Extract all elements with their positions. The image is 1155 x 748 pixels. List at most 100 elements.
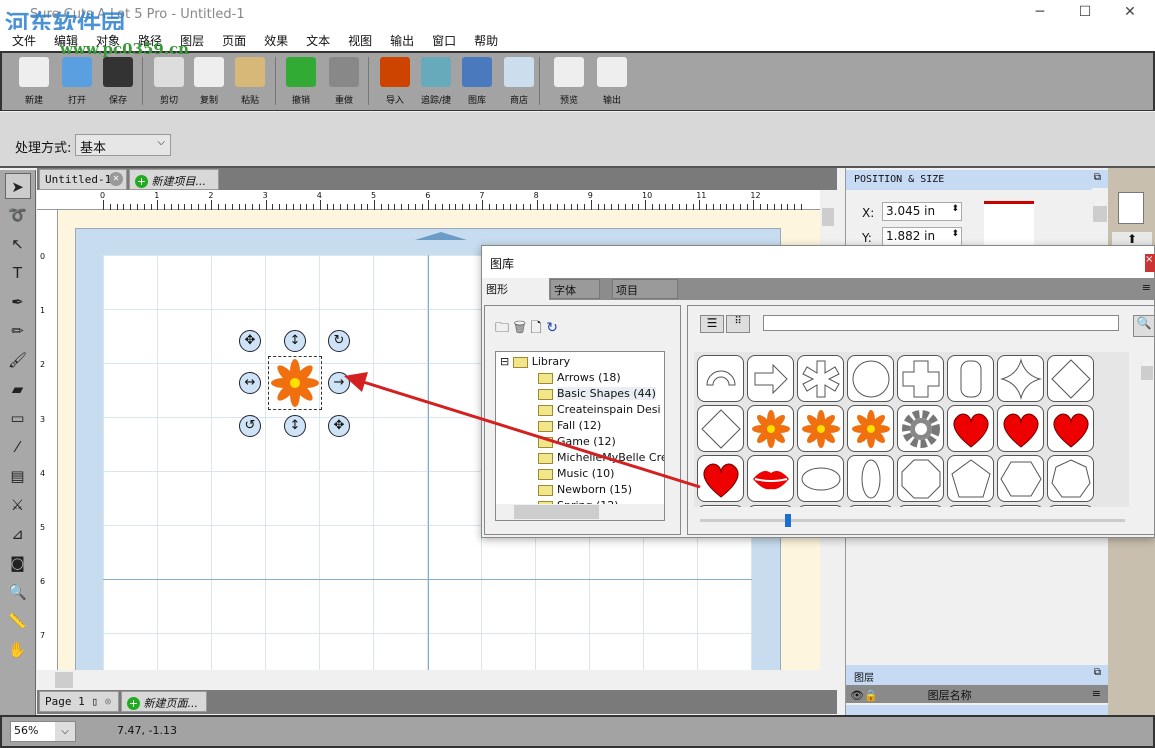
toolbar-button-4[interactable]: 复制 [189,57,229,106]
shape-thumbnail-diamond[interactable] [697,405,744,452]
slider-thumb[interactable] [785,514,791,527]
trash-icon[interactable]: 🗑 [513,320,526,336]
spinner-icon[interactable]: ⬍ [951,204,959,214]
select-tool[interactable]: ➤ [4,173,31,199]
hand-tool[interactable]: ✋ [5,637,31,663]
new-folder-icon[interactable]: 🗀 [495,320,509,336]
page-icon[interactable] [1118,192,1144,224]
pen-tool[interactable]: ✒ [5,289,31,315]
shape-thumbnail-flower-orange[interactable] [847,405,894,452]
shape-thumbnail[interactable] [897,505,944,507]
y-field[interactable]: 1.882 in ⬍ [882,227,962,246]
list-view-icon[interactable]: ☰ [700,315,724,333]
pencil-tool[interactable]: ✏ [5,318,31,344]
toolbar-button-10[interactable]: 图库 [457,57,497,106]
maximize-button[interactable]: ☐ [1070,4,1100,26]
panel-popout-icon[interactable]: ⧉ [1094,172,1101,183]
eyedropper-tool[interactable]: ⁄ [5,434,31,460]
tree-root[interactable]: ⊟ Library [500,354,660,370]
horizontal-scrollbar[interactable] [37,670,836,690]
text-tool[interactable]: T [5,260,31,286]
shape-thumbnail-star4[interactable] [997,355,1044,402]
shape-thumbnail-heart[interactable] [947,405,994,452]
menu-icon[interactable]: ≡ [1142,281,1151,294]
resize-vertical-icon[interactable]: ↕ [284,415,306,437]
resize-handle-icon[interactable]: ✥ [328,415,350,437]
selection-box[interactable] [268,356,322,410]
tree-item[interactable]: Createinspain Desi [500,402,661,418]
eraser-tool[interactable]: ▰ [5,376,31,402]
brush-tool[interactable]: 🖌 [5,347,31,373]
shape-thumbnail-diamond[interactable] [1047,355,1094,402]
x-field[interactable]: 3.045 in ⬍ [882,202,962,221]
toolbar-button-9[interactable]: 追踪/捷 [416,57,456,106]
tree-item[interactable]: Fall (12) [500,418,660,434]
shape-thumbnail[interactable] [697,505,744,507]
eye-icon[interactable]: 👁 [850,689,864,702]
zoom-select[interactable]: 56% ⌵ [10,721,76,742]
rotate-handle-icon[interactable]: ↻ [328,330,350,352]
menu-item[interactable]: 文件 [6,30,42,51]
shape-thumbnail-cross[interactable] [897,355,944,402]
shape-thumbnail-flower-orange[interactable] [797,405,844,452]
resize-vertical-icon[interactable]: ↕ [284,330,306,352]
toolbar-button-1[interactable]: 打开 [57,57,97,106]
tab-fonts[interactable]: 字体 [550,279,600,299]
thumbnail-size-slider[interactable] [700,514,1125,527]
rectangle-tool[interactable]: ▭ [5,405,31,431]
menu-item[interactable]: 输出 [384,30,420,51]
close-tab-icon[interactable]: ⊗ [105,695,112,708]
resize-horizontal-icon[interactable]: → [328,372,350,394]
shape-thumbnail-asterisk[interactable] [797,355,844,402]
shape-thumbnail[interactable] [1047,505,1094,507]
knife-tool[interactable]: ⚔ [5,492,31,518]
toolbar-button-8[interactable]: 导入 [375,57,415,106]
tab-shapes[interactable]: 图形 [482,278,549,300]
shape-thumbnail-arc[interactable] [697,355,744,402]
toolbar-button-2[interactable]: 保存 [98,57,138,106]
new-project-tab[interactable]: + 新建项目... [129,169,219,190]
resize-handle-icon[interactable]: ✥ [239,330,261,352]
shape-thumbnail[interactable] [947,505,994,507]
menu-item[interactable]: 帮助 [468,30,504,51]
menu-item[interactable]: 页面 [216,30,252,51]
shape-thumbnail[interactable] [997,505,1044,507]
menu-item[interactable]: 文本 [300,30,336,51]
import-file-icon[interactable]: 🗋 [531,320,542,336]
rotate-handle-icon[interactable]: ↺ [239,415,261,437]
shape-thumbnail[interactable] [797,505,844,507]
toolbar-button-0[interactable]: 新建 [14,57,54,106]
lasso-tool[interactable]: ➰ [5,202,31,228]
tree-item[interactable]: Newborn (15) [500,482,660,498]
shape-thumbnail-flower-orange[interactable] [747,405,794,452]
shape-thumbnail-heptagon[interactable] [1047,455,1094,502]
layer-row[interactable] [846,705,1109,715]
menu-item[interactable]: 视图 [342,30,378,51]
library-tree[interactable]: ⊟ Library Arrows (18) Basic Shapes (44) … [495,351,665,521]
shape-thumbnail-heart[interactable] [697,455,744,502]
tree-horizontal-scrollbar[interactable] [496,504,664,520]
node-select-tool[interactable]: ↖ [5,231,31,257]
panel-popout-icon[interactable]: ⧉ [1094,667,1101,678]
tree-item[interactable]: Basic Shapes (44) [500,386,660,402]
shape-thumbnail-heart[interactable] [1047,405,1094,452]
shape-thumbnail-arrow[interactable] [747,355,794,402]
close-tab-icon[interactable]: ✕ [109,172,123,186]
tab-untitled-1[interactable]: Untitled-1 ✕ [39,169,127,190]
library-search-input[interactable] [763,315,1119,331]
shape-thumbnail-rounded-rect[interactable] [947,355,994,402]
tab-page-1[interactable]: Page 1 ▯ ⊗ [39,691,119,712]
contour-tool[interactable]: ◙ [5,550,31,576]
mode-select[interactable]: 基本 ⌵ [75,134,171,156]
shape-grid-scrollbar[interactable] [1140,352,1154,507]
toolbar-button-13[interactable]: 输出 [592,57,632,106]
shape-thumbnail-pentagon[interactable] [947,455,994,502]
flower-shape[interactable] [269,357,321,409]
toolbar-button-3[interactable]: 剪切 [149,57,189,106]
tree-item[interactable]: Arrows (18) [500,370,660,386]
toolbar-button-6[interactable]: 撤销 [281,57,321,106]
lock-icon[interactable]: 🔒 [864,689,878,702]
shape-thumbnail-gear[interactable] [897,405,944,452]
shape-thumbnail-lips[interactable] [747,455,794,502]
tree-item[interactable]: Music (10) [500,466,660,482]
